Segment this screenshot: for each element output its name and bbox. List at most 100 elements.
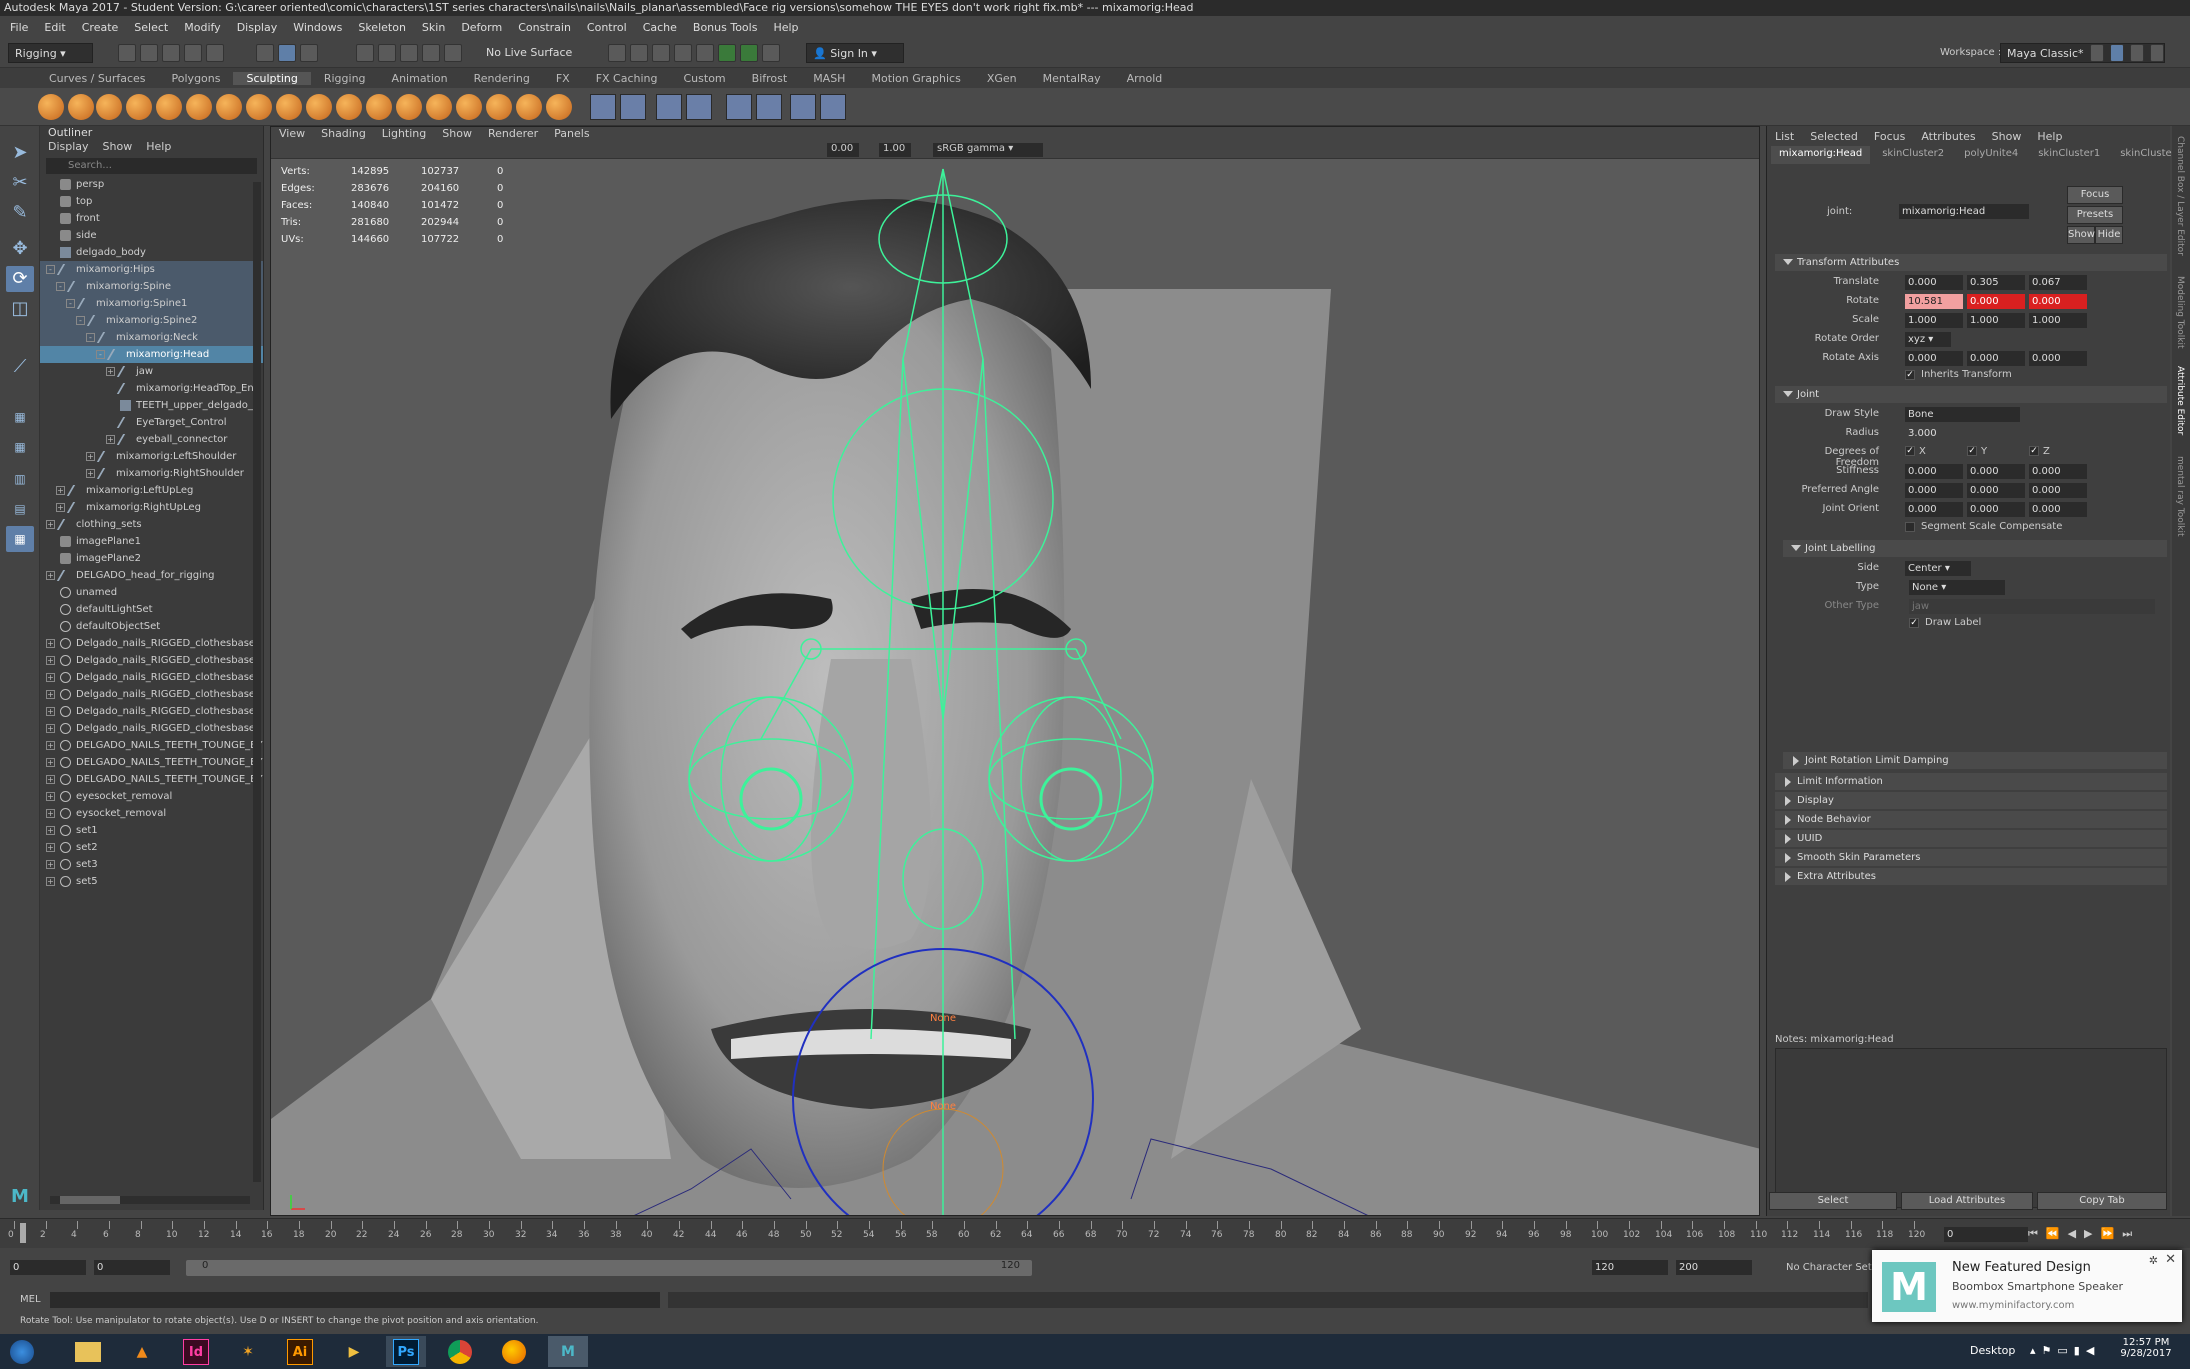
expand-icon[interactable]: + [46,520,55,529]
expand-icon[interactable]: + [46,656,55,665]
select-object-icon[interactable] [278,44,296,62]
sculpt-tool-icon[interactable] [38,94,64,120]
outliner-row[interactable]: defaultObjectSet [40,618,263,635]
collapse-icon[interactable]: - [46,265,55,274]
expand-icon[interactable]: + [46,741,55,750]
bulge-tool-icon[interactable] [486,94,512,120]
shelf-tab-bifrost[interactable]: Bifrost [739,72,801,85]
outliner-hscroll-thumb[interactable] [60,1196,120,1204]
outliner-row[interactable]: + DELGADO_NAILS_TEETH_TOUNGE_EYE [40,754,263,771]
expand-icon[interactable]: + [86,469,95,478]
foamy-tool-icon[interactable] [216,94,242,120]
shelf-tab-custom[interactable]: Custom [671,72,739,85]
notes-field[interactable] [1775,1048,2167,1208]
paint-select-tool-icon[interactable]: ✎ [6,200,34,226]
collapse-icon[interactable]: - [86,333,95,342]
wax-tool-icon[interactable] [336,94,362,120]
paint-icon[interactable] [790,94,816,120]
menu-control[interactable]: Control [579,21,635,34]
expand-icon[interactable]: + [46,707,55,716]
preferred-angle-y-field[interactable]: 0.000 [1967,483,2025,498]
menu-skin[interactable]: Skin [414,21,453,34]
outliner-row[interactable]: delgado_body [40,244,263,261]
expand-icon[interactable]: + [46,690,55,699]
menu-constrain[interactable]: Constrain [510,21,579,34]
type-dropdown[interactable]: None ▾ [1909,580,2005,595]
brush-settings-icon[interactable] [820,94,846,120]
menuset-dropdown[interactable]: Rigging ▾ [8,43,93,63]
anim-start-field[interactable]: 0 [10,1260,86,1275]
outliner-row[interactable]: unamed [40,584,263,601]
menu-help[interactable]: Help [765,21,806,34]
pause-icon[interactable] [762,44,780,62]
undo-icon[interactable] [184,44,202,62]
outliner-row[interactable]: + eyeball_connector [40,431,263,448]
playback-controls[interactable]: ⏮⏪◀▶⏩⏭ [2028,1227,2140,1241]
outliner-row[interactable]: - mixamorig:Spine1 [40,295,263,312]
preferred-angle-x-field[interactable]: 0.000 [1905,483,1963,498]
file-explorer-icon[interactable] [68,1336,108,1367]
section-joint-labelling[interactable]: Joint Labelling [1783,540,2167,557]
shelf-tab-curves-surfaces[interactable]: Curves / Surfaces [36,72,159,85]
modeling-toolkit-tab[interactable]: Modeling Toolkit [2175,276,2185,349]
section-joint-rotation-limit-damping[interactable]: Joint Rotation Limit Damping [1783,752,2167,769]
maya-taskbar-icon[interactable]: M [548,1336,588,1367]
blender-like-icon[interactable]: ✶ [228,1336,268,1367]
menu-edit[interactable]: Edit [36,21,73,34]
ae-tab[interactable]: polyUnite4 [1956,146,2026,164]
blend-shape-icon[interactable] [656,94,682,120]
live-surface-label[interactable]: No Live Surface [480,43,580,63]
outliner-row[interactable]: - mixamorig:Spine [40,278,263,295]
snap-curve-icon[interactable] [378,44,396,62]
viewport-menu-renderer[interactable]: Renderer [488,127,538,143]
shelf-tab-fx-caching[interactable]: FX Caching [583,72,671,85]
layout-icon-4[interactable] [2150,44,2164,62]
outliner-menu-display[interactable]: Display [48,140,89,156]
outliner-row[interactable]: + DELGADO_NAILS_TEETH_TOUNGE_EYE [40,771,263,788]
expand-icon[interactable]: + [46,809,55,818]
load-attributes-button[interactable]: Load Attributes [1901,1192,2033,1210]
illustrator-icon[interactable]: Ai [280,1336,320,1367]
stiffness-x-field[interactable]: 0.000 [1905,464,1963,479]
focus-button[interactable]: Focus [2067,186,2123,204]
scene-3d-view[interactable]: None None [271,159,1760,1216]
rotate-axis-y-field[interactable]: 0.000 [1967,351,2025,366]
hypershade-icon[interactable] [674,44,692,62]
knife-tool-icon[interactable] [426,94,452,120]
character-set-label[interactable]: No Character Set [1786,1262,1872,1273]
flatten-tool-icon[interactable] [186,94,212,120]
mel-label[interactable]: MEL [20,1294,41,1305]
viewport-menu-view[interactable]: View [279,127,305,143]
outliner-hscrollbar[interactable] [50,1196,250,1204]
smooth-tool-icon[interactable] [68,94,94,120]
rotate-axis-x-field[interactable]: 0.000 [1905,351,1963,366]
save-scene-icon[interactable] [162,44,180,62]
shelf-tab-rendering[interactable]: Rendering [461,72,543,85]
section-uuid[interactable]: UUID [1775,830,2167,847]
expand-icon[interactable]: + [46,792,55,801]
soft-select-icon[interactable] [726,94,752,120]
shelf-tab-rigging[interactable]: Rigging [311,72,379,85]
outliner-row[interactable]: - mixamorig:Neck [40,329,263,346]
indesign-icon[interactable]: Id [176,1336,216,1367]
select-tool-icon[interactable]: ➤ [6,140,34,166]
firefox-icon[interactable] [494,1336,534,1367]
layout-side-icon[interactable]: ▥ [6,466,34,492]
expand-icon[interactable]: + [46,860,55,869]
shelf-tab-mentalray[interactable]: MentalRay [1030,72,1114,85]
expand-icon[interactable]: + [46,843,55,852]
ae-tab[interactable]: skinCluster1 [2030,146,2108,164]
layout-outliner-icon[interactable]: ▦ [6,526,34,552]
outliner-row[interactable]: + mixamorig:RightUpLeg [40,499,263,516]
outliner-row[interactable]: + Delgado_nails_RIGGED_clothesbase_ [40,635,263,652]
menu-windows[interactable]: Windows [285,21,350,34]
inherits-transform-checkbox[interactable]: ✓ [1905,370,1915,380]
render-settings-icon[interactable] [652,44,670,62]
command-input[interactable] [50,1292,660,1308]
expand-icon[interactable]: + [46,571,55,580]
ae-menu-list[interactable]: List [1775,130,1794,143]
viewport-menu-panels[interactable]: Panels [554,127,589,143]
relax-tool-icon[interactable] [96,94,122,120]
snap-surface-icon[interactable] [444,44,462,62]
translate-x-field[interactable]: 0.000 [1905,275,1963,290]
